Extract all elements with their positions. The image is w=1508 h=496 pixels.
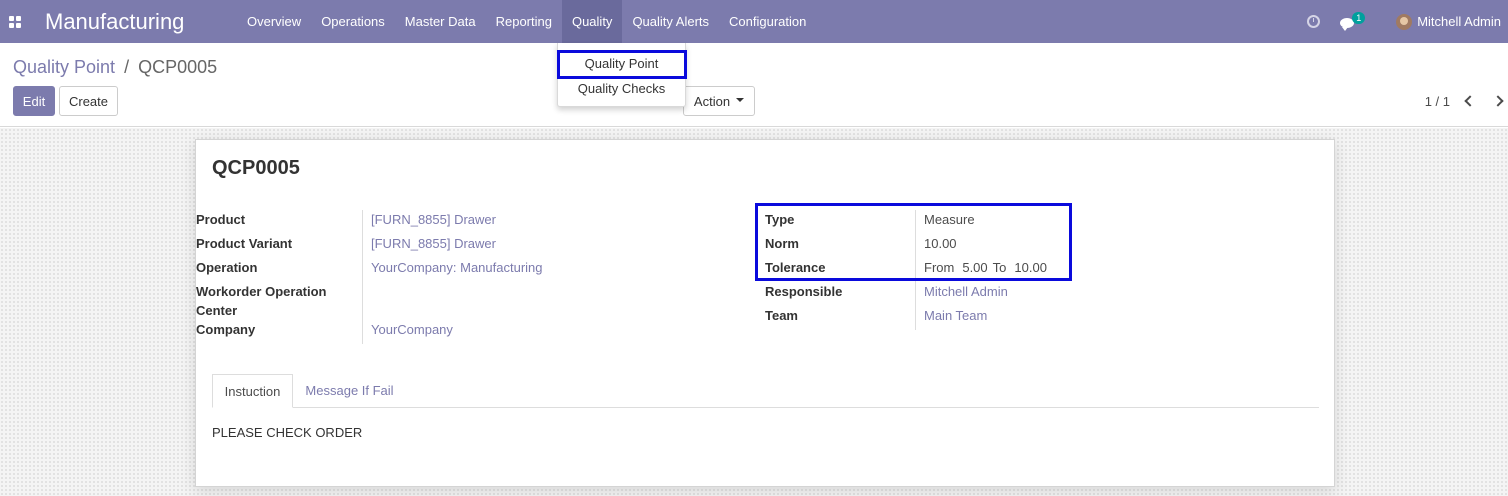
field-label-workorder-operation-center: Center [196,303,238,318]
field-value-operation[interactable]: YourCompany: Manufacturing [371,259,543,277]
chevron-left-icon[interactable] [1464,95,1476,107]
tab-message-if-fail[interactable]: Message If Fail [293,374,406,407]
field-label-product-variant: Product Variant [196,236,293,251]
caret-down-icon [736,98,745,102]
control-panel: Quality Point / QCP0005 Edit Create Acti… [0,43,1508,127]
instruction-text: PLEASE CHECK ORDER [212,425,363,440]
action-dropdown-button[interactable]: Action [683,86,755,116]
quality-dropdown-menu: Quality Point Quality Checks [557,43,686,107]
tolerance-to-label: To [992,260,1007,275]
dropdown-item-quality-checks[interactable]: Quality Checks [558,76,685,101]
record-title: QCP0005 [212,157,300,179]
field-label-company: Company [196,322,256,337]
right-group-divider [915,210,916,330]
app-title[interactable]: Manufacturing [45,9,225,35]
field-value-product-variant[interactable]: [FURN_8855] Drawer [371,235,496,253]
dropdown-item-quality-point[interactable]: Quality Point [558,51,685,76]
field-label-operation: Operation [196,260,258,275]
menu-operations[interactable]: Operations [311,0,395,43]
left-group-divider [362,210,363,344]
user-menu[interactable]: Mitchell Admin [1396,13,1501,30]
notebook-tabs: Instuction Message If Fail [212,374,1319,408]
breadcrumb-current: QCP0005 [138,57,218,77]
chat-count-badge: 1 [1352,11,1366,24]
menu-master-data[interactable]: Master Data [395,0,486,43]
user-name: Mitchell Admin [1417,14,1501,29]
action-label: Action [693,93,731,109]
field-label-product: Product [196,212,246,227]
field-label-type: Type [765,212,795,227]
breadcrumb: Quality Point / QCP0005 [13,57,217,78]
menu-quality-alerts[interactable]: Quality Alerts [622,0,719,43]
clock-icon[interactable] [1307,15,1321,28]
field-value-product[interactable]: [FURN_8855] Drawer [371,211,496,229]
field-label-workorder-operation: Workorder Operation [196,284,327,299]
main-menu: Overview Operations Master Data Reportin… [237,0,816,43]
edit-button[interactable]: Edit [13,86,55,116]
tolerance-from-label: From [924,260,955,275]
tolerance-from-value: 5.00 [962,260,988,275]
field-value-tolerance: From 5.00 To 10.00 [924,259,1052,277]
navbar-systray: 1 Mitchell Admin [1307,0,1508,43]
field-value-norm: 10.00 [924,236,957,251]
field-value-responsible[interactable]: Mitchell Admin [924,283,1008,301]
field-value-team[interactable]: Main Team [924,307,987,325]
breadcrumb-parent-link[interactable]: Quality Point [13,57,115,77]
create-button[interactable]: Create [59,86,118,116]
tolerance-to-value: 10.00 [1014,260,1047,275]
avatar [1396,13,1413,30]
form-sheet: QCP0005 Product [FURN_8855] Drawer Produ… [195,139,1335,487]
pager-value[interactable]: 1 / 1 [1425,94,1450,109]
top-navbar: Manufacturing Overview Operations Master… [0,0,1508,43]
field-label-team: Team [765,308,798,323]
apps-grid-icon [9,15,21,28]
tab-instruction[interactable]: Instuction [212,374,293,408]
field-label-norm: Norm [765,236,799,251]
messaging-button[interactable]: 1 [1340,11,1366,31]
apps-menu-button[interactable] [2,0,28,43]
menu-quality[interactable]: Quality [561,0,623,43]
pager: 1 / 1 [1425,86,1508,116]
menu-overview[interactable]: Overview [237,0,311,43]
menu-configuration[interactable]: Configuration [719,0,816,43]
field-label-responsible: Responsible [765,284,843,299]
chevron-right-icon[interactable] [1492,95,1504,107]
breadcrumb-separator: / [124,57,130,77]
field-value-type: Measure [924,212,975,227]
menu-reporting[interactable]: Reporting [486,0,562,43]
field-value-company[interactable]: YourCompany [371,321,453,339]
field-label-tolerance: Tolerance [765,260,826,275]
